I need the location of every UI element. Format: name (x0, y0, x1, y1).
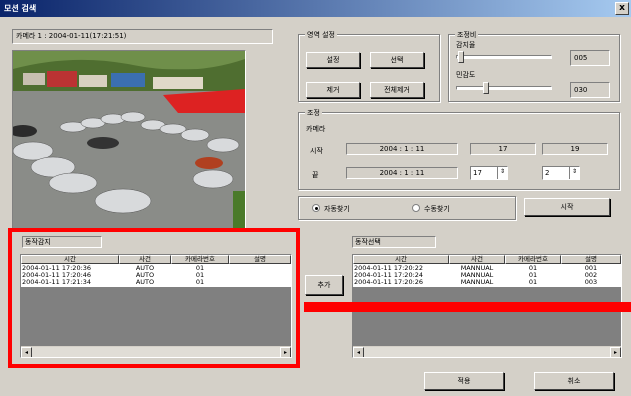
parking-lot-image (13, 51, 245, 229)
set-button[interactable]: 설정 (306, 52, 360, 68)
list-empty-area (353, 287, 621, 346)
sensitivity-value: 005 (570, 50, 610, 66)
end-label: 끝 (312, 171, 319, 179)
table-row[interactable]: 2004-01-11 17:20:26 MANNUAL 01 003 (353, 279, 621, 286)
auto-search-radio[interactable] (312, 204, 320, 212)
end-hour-spinner[interactable]: 17 ⇕ (470, 166, 508, 180)
table-cell: MANNUAL (460, 278, 494, 286)
apply-button[interactable]: 적용 (424, 372, 504, 390)
remove-all-button[interactable]: 전체제거 (370, 82, 424, 98)
slider-track (456, 55, 552, 59)
area-setting-label: 영역 설정 (305, 30, 337, 40)
manual-search-label[interactable]: 수동찾기 (424, 204, 450, 214)
end-date-field: 2004 : 1 : 11 (346, 167, 458, 179)
add-button[interactable]: 추가 (305, 275, 343, 295)
horizontal-scrollbar[interactable]: ◂ ▸ (353, 346, 621, 357)
spinner-arrows-icon[interactable]: ⇕ (569, 167, 579, 179)
window-title: 모션 검색 (4, 4, 37, 13)
end-hour-value: 17 (473, 169, 482, 177)
start-date-field: 2004 : 1 : 11 (346, 143, 458, 155)
spinner-arrows-icon[interactable]: ⇕ (497, 167, 507, 179)
sensitivity2-value: 030 (570, 82, 610, 98)
close-button[interactable]: x (615, 2, 629, 15)
list-header: 시간 사건 카메라번호 설명 (353, 255, 621, 264)
highlight-bar (304, 302, 631, 312)
start-search-button[interactable]: 시작 (524, 198, 610, 216)
camera-label: 카메라 (306, 125, 326, 133)
column-header[interactable]: 사건 (449, 255, 505, 264)
slider-thumb[interactable] (483, 82, 489, 94)
end-min-value: 2 (545, 169, 550, 177)
camera-info-text: 카메라 1 : 2004-01-11(17:21:51) (16, 32, 127, 40)
start-min-field: 19 (542, 143, 608, 155)
table-cell: 2004-01-11 17:20:26 (354, 278, 424, 286)
start-hour-field: 17 (470, 143, 536, 155)
column-header[interactable]: 설명 (561, 255, 621, 264)
scroll-right-icon[interactable]: ▸ (610, 347, 621, 357)
column-header[interactable]: 카메라번호 (505, 255, 561, 264)
scroll-left-icon[interactable]: ◂ (353, 347, 364, 357)
sensitivity2-slider[interactable] (456, 82, 552, 94)
adjust-label: 조정 (305, 108, 322, 118)
column-header[interactable]: 시간 (353, 255, 449, 264)
sensitivity-label: 감지율 (456, 41, 476, 49)
cancel-button[interactable]: 취소 (534, 372, 614, 390)
select-button[interactable]: 선택 (370, 52, 424, 68)
table-cell: 01 (528, 278, 538, 286)
highlight-box (8, 228, 300, 368)
table-cell: 003 (584, 278, 598, 286)
manual-search-radio[interactable] (412, 204, 420, 212)
sensitivity2-label: 민감도 (456, 71, 476, 79)
radio-dot-icon (315, 207, 318, 210)
start-label: 시작 (310, 147, 323, 155)
motion-search-window: 모션 검색 x 카메라 1 : 2004-01-11(17:21:51) 영역 … (0, 0, 631, 396)
remove-button[interactable]: 제거 (306, 82, 360, 98)
slider-thumb[interactable] (458, 51, 464, 63)
end-min-spinner[interactable]: 2 ⇕ (542, 166, 580, 180)
slider-track (456, 86, 552, 90)
motion-select-label: 동작선택 (352, 236, 436, 248)
camera-info: 카메라 1 : 2004-01-11(17:21:51) (12, 29, 273, 44)
sensitivity-slider[interactable] (456, 51, 552, 63)
auto-search-label[interactable]: 자동찾기 (324, 204, 350, 214)
title-bar: 모션 검색 x (0, 0, 631, 17)
camera-view (12, 50, 246, 230)
adjust-ratio-label: 조정비 (455, 30, 479, 40)
